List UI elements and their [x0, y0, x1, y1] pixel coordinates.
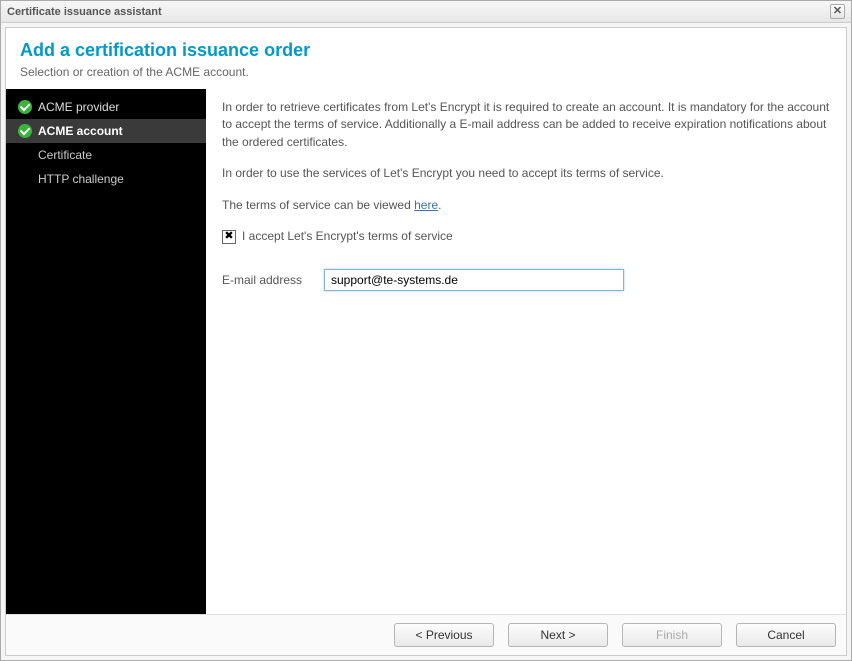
- empty-icon: [18, 148, 32, 162]
- step-certificate[interactable]: Certificate: [6, 143, 206, 167]
- empty-icon: [18, 172, 32, 186]
- step-label: Certificate: [38, 147, 92, 163]
- step-acme-provider[interactable]: ACME provider: [6, 95, 206, 119]
- previous-button[interactable]: < Previous: [394, 623, 494, 647]
- window-title: Certificate issuance assistant: [7, 6, 162, 18]
- header: Add a certification issuance order Selec…: [6, 28, 846, 89]
- content-panel: In order to retrieve certificates from L…: [206, 89, 846, 614]
- intro-paragraph-1: In order to retrieve certificates from L…: [222, 99, 830, 151]
- next-button[interactable]: Next >: [508, 623, 608, 647]
- accept-tos-label: I accept Let's Encrypt's terms of servic…: [242, 228, 453, 245]
- step-http-challenge[interactable]: HTTP challenge: [6, 167, 206, 191]
- wizard-footer: < Previous Next > Finish Cancel: [6, 614, 846, 655]
- email-row: E-mail address: [222, 269, 830, 291]
- titlebar: Certificate issuance assistant ✕: [1, 1, 851, 23]
- close-icon[interactable]: ✕: [830, 4, 845, 19]
- accept-tos-row: ✖ I accept Let's Encrypt's terms of serv…: [222, 228, 830, 245]
- wizard-sidebar: ACME provider ACME account Certificate H…: [6, 89, 206, 614]
- window-body: Add a certification issuance order Selec…: [5, 27, 847, 656]
- step-label: HTTP challenge: [38, 171, 124, 187]
- cancel-button[interactable]: Cancel: [736, 623, 836, 647]
- check-icon: [18, 100, 32, 114]
- email-label: E-mail address: [222, 272, 312, 289]
- tos-link[interactable]: here: [414, 198, 438, 212]
- page-title: Add a certification issuance order: [20, 40, 832, 61]
- email-input[interactable]: [324, 269, 624, 291]
- tos-prefix: The terms of service can be viewed: [222, 198, 414, 212]
- step-label: ACME account: [38, 123, 123, 139]
- step-acme-account[interactable]: ACME account: [6, 119, 206, 143]
- finish-button[interactable]: Finish: [622, 623, 722, 647]
- accept-tos-checkbox[interactable]: ✖: [222, 230, 236, 244]
- step-label: ACME provider: [38, 99, 119, 115]
- intro-paragraph-2: In order to use the services of Let's En…: [222, 165, 830, 182]
- wizard-window: Certificate issuance assistant ✕ Add a c…: [0, 0, 852, 661]
- check-icon: [18, 124, 32, 138]
- page-subtitle: Selection or creation of the ACME accoun…: [20, 65, 832, 79]
- body-split: ACME provider ACME account Certificate H…: [6, 89, 846, 614]
- tos-suffix: .: [438, 198, 441, 212]
- tos-line: The terms of service can be viewed here.: [222, 197, 830, 214]
